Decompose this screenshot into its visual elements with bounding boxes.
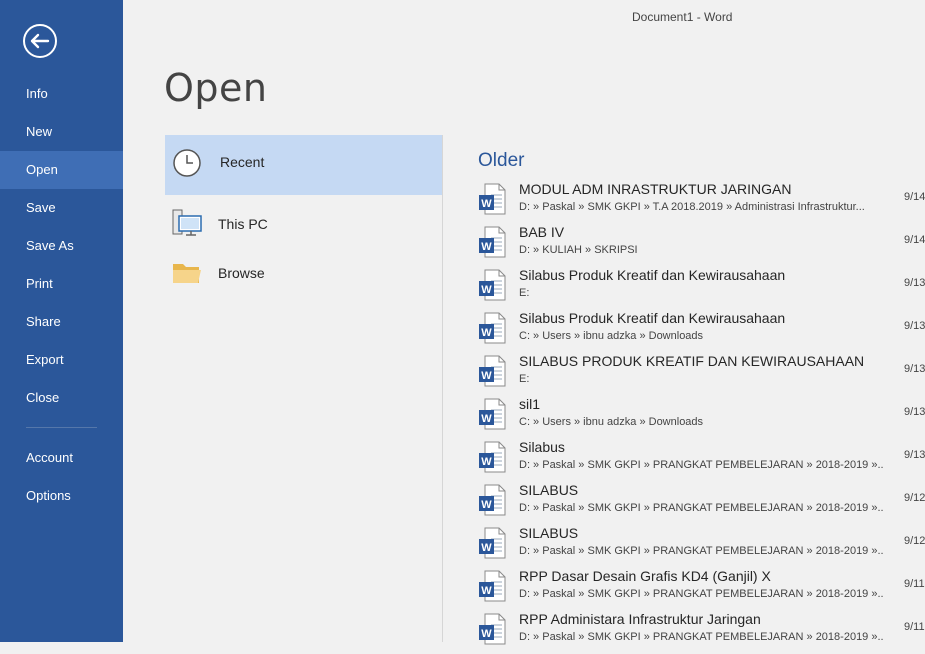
word-document-icon: W bbox=[478, 527, 506, 559]
svg-text:W: W bbox=[481, 585, 492, 597]
document-name: SILABUS PRODUK KREATIF DAN KEWIRAUSAHAAN bbox=[519, 353, 865, 369]
document-name: Silabus bbox=[519, 439, 565, 455]
word-document-icon: W bbox=[478, 613, 506, 645]
word-document-icon: W bbox=[478, 441, 506, 473]
document-date: 9/13 bbox=[904, 320, 925, 332]
section-older-heading: Older bbox=[478, 150, 525, 171]
document-date: 9/13 bbox=[904, 449, 925, 461]
recent-document[interactable]: W RPP Administara Infrastruktur Jaringan… bbox=[476, 611, 925, 654]
document-date: 9/11 bbox=[904, 578, 925, 590]
recent-document[interactable]: W Silabus Produk Kreatif dan Kewirausaha… bbox=[476, 267, 925, 310]
nav-account[interactable]: Account bbox=[0, 439, 123, 477]
document-date: 9/13 bbox=[904, 406, 925, 418]
nav-export[interactable]: Export bbox=[0, 341, 123, 379]
svg-text:W: W bbox=[481, 499, 492, 511]
nav-info[interactable]: Info bbox=[0, 75, 123, 113]
recent-document[interactable]: W MODUL ADM INRASTRUKTUR JARINGAN D: » P… bbox=[476, 181, 925, 224]
word-document-icon: W bbox=[478, 355, 506, 387]
svg-text:W: W bbox=[481, 456, 492, 468]
svg-text:W: W bbox=[481, 327, 492, 339]
nav-share[interactable]: Share bbox=[0, 303, 123, 341]
nav-divider bbox=[26, 427, 97, 428]
document-date: 9/13 bbox=[904, 363, 925, 375]
document-path: E: bbox=[519, 373, 530, 385]
recent-document[interactable]: W Silabus Produk Kreatif dan Kewirausaha… bbox=[476, 310, 925, 353]
place-browse[interactable]: Browse bbox=[165, 245, 442, 305]
nav-save[interactable]: Save bbox=[0, 189, 123, 227]
nav-open[interactable]: Open bbox=[0, 151, 123, 189]
folder-icon bbox=[171, 258, 203, 291]
recent-document[interactable]: W SILABUS PRODUK KREATIF DAN KEWIRAUSAHA… bbox=[476, 353, 925, 396]
word-document-icon: W bbox=[478, 484, 506, 516]
clock-icon bbox=[171, 147, 203, 184]
recent-document[interactable]: W SILABUS D: » Paskal » SMK GKPI » PRANG… bbox=[476, 525, 925, 568]
word-document-icon: W bbox=[478, 398, 506, 430]
document-path: D: » KULIAH » SKRIPSI bbox=[519, 244, 638, 256]
recent-document[interactable]: W sil1 C: » Users » ibnu adzka » Downloa… bbox=[476, 396, 925, 439]
svg-text:W: W bbox=[481, 413, 492, 425]
document-path: D: » Paskal » SMK GKPI » PRANGKAT PEMBEL… bbox=[519, 502, 883, 514]
document-date: 9/12 bbox=[904, 535, 925, 547]
computer-icon bbox=[171, 208, 203, 245]
document-date: 9/14 bbox=[904, 234, 925, 246]
word-document-icon: W bbox=[478, 269, 506, 301]
document-path: C: » Users » ibnu adzka » Downloads bbox=[519, 416, 704, 428]
document-path: C: » Users » ibnu adzka » Downloads bbox=[519, 330, 704, 342]
svg-text:W: W bbox=[481, 628, 492, 640]
recent-document[interactable]: W BAB IV D: » KULIAH » SKRIPSI 9/14 bbox=[476, 224, 925, 267]
document-name: sil1 bbox=[519, 396, 541, 412]
recent-document[interactable]: W RPP Dasar Desain Grafis KD4 (Ganjil) X… bbox=[476, 568, 925, 611]
recent-document[interactable]: W Silabus D: » Paskal » SMK GKPI » PRANG… bbox=[476, 439, 925, 482]
document-name: SILABUS bbox=[519, 482, 579, 498]
document-date: 9/11 bbox=[904, 621, 925, 633]
nav-print[interactable]: Print bbox=[0, 265, 123, 303]
document-name: Silabus Produk Kreatif dan Kewirausahaan bbox=[519, 310, 786, 326]
place-label: Browse bbox=[218, 265, 265, 281]
document-path: D: » Paskal » SMK GKPI » T.A 2018.2019 »… bbox=[519, 201, 865, 213]
window-title: Document1 - Word bbox=[632, 10, 733, 24]
document-path: D: » Paskal » SMK GKPI » PRANGKAT PEMBEL… bbox=[519, 459, 883, 471]
back-arrow-icon[interactable] bbox=[22, 23, 58, 59]
document-name: RPP Administara Infrastruktur Jaringan bbox=[519, 611, 761, 627]
page-title: Open bbox=[164, 66, 268, 110]
document-name: Silabus Produk Kreatif dan Kewirausahaan bbox=[519, 267, 786, 283]
nav-options[interactable]: Options bbox=[0, 477, 123, 515]
nav-close[interactable]: Close bbox=[0, 379, 123, 417]
word-document-icon: W bbox=[478, 226, 506, 258]
svg-text:W: W bbox=[481, 370, 492, 382]
word-document-icon: W bbox=[478, 183, 506, 215]
document-date: 9/13 bbox=[904, 277, 925, 289]
document-path: D: » Paskal » SMK GKPI » PRANGKAT PEMBEL… bbox=[519, 588, 883, 600]
nav-save-as[interactable]: Save As bbox=[0, 227, 123, 265]
document-date: 9/12 bbox=[904, 492, 925, 504]
document-path: D: » Paskal » SMK GKPI » PRANGKAT PEMBEL… bbox=[519, 631, 883, 643]
svg-text:W: W bbox=[481, 284, 492, 296]
place-label: This PC bbox=[218, 216, 268, 232]
document-path: D: » Paskal » SMK GKPI » PRANGKAT PEMBEL… bbox=[519, 545, 883, 557]
svg-text:W: W bbox=[481, 198, 492, 210]
svg-text:W: W bbox=[481, 542, 492, 554]
place-label: Recent bbox=[220, 154, 265, 170]
column-divider bbox=[442, 135, 443, 642]
word-document-icon: W bbox=[478, 570, 506, 602]
document-name: SILABUS bbox=[519, 525, 579, 541]
document-date: 9/14 bbox=[904, 191, 925, 203]
document-name: RPP Dasar Desain Grafis KD4 (Ganjil) X bbox=[519, 568, 771, 584]
recent-document[interactable]: W SILABUS D: » Paskal » SMK GKPI » PRANG… bbox=[476, 482, 925, 525]
document-name: MODUL ADM INRASTRUKTUR JARINGAN bbox=[519, 181, 792, 197]
place-recent[interactable]: Recent bbox=[165, 135, 442, 195]
word-document-icon: W bbox=[478, 312, 506, 344]
document-path: E: bbox=[519, 287, 530, 299]
backstage-sidebar: Info New Open Save Save As Print Share E… bbox=[0, 0, 123, 642]
document-name: BAB IV bbox=[519, 224, 565, 240]
svg-text:W: W bbox=[481, 241, 492, 253]
nav-new[interactable]: New bbox=[0, 113, 123, 151]
